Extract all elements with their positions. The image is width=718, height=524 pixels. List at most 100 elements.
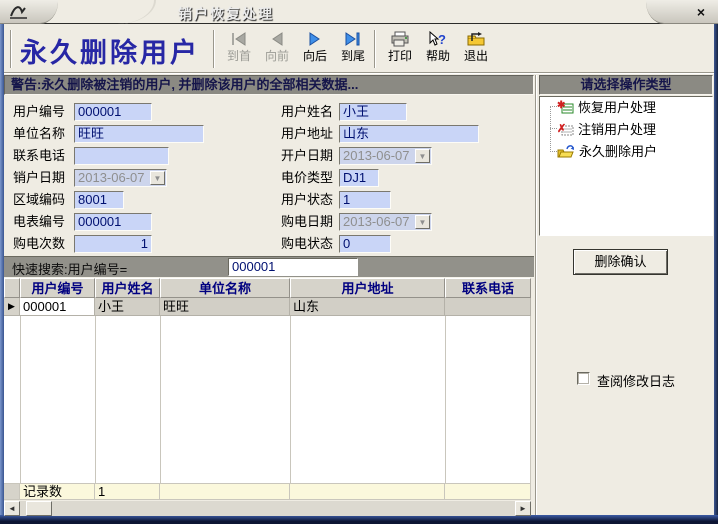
nav-last-button[interactable]: 到尾	[334, 29, 372, 69]
table-cell[interactable]	[445, 298, 531, 316]
window-border-bottom	[0, 515, 718, 524]
footer-cell	[290, 483, 445, 500]
purchase-count-field[interactable]: 1	[74, 235, 152, 253]
user-address-field[interactable]: 山东	[339, 125, 479, 143]
window-title: 销户恢复处理	[178, 4, 274, 24]
svg-text:✗: ✗	[557, 123, 566, 135]
field-label: 电表编号	[13, 214, 65, 230]
page-title: 永久删除用户	[20, 31, 200, 70]
column-header[interactable]: 用户姓名	[95, 278, 160, 298]
search-label: 快速搜索:用户编号=	[12, 259, 127, 278]
grid-line	[290, 316, 291, 483]
search-input[interactable]: 000001	[228, 258, 358, 276]
printer-icon	[381, 29, 419, 49]
unit-name-field[interactable]: 旺旺	[74, 125, 204, 143]
field-label: 销户日期	[13, 170, 65, 186]
titlebar-right-tab: ×	[646, 0, 718, 24]
grid-line	[445, 316, 446, 483]
field-label: 购电日期	[281, 214, 333, 230]
price-type-field[interactable]: DJ1	[339, 169, 379, 187]
table-cell[interactable]: 000001	[20, 298, 95, 316]
help-button[interactable]: ? 帮助	[419, 29, 457, 69]
purchase-date-combobox[interactable]: 2013-06-07 ▼	[339, 213, 432, 231]
column-header[interactable]: 单位名称	[160, 278, 290, 298]
cancel-user-icon: ✗	[557, 122, 574, 137]
titlebar-swoosh	[96, 0, 156, 24]
nav-prev-button[interactable]: 向前	[258, 29, 296, 69]
table-cell[interactable]: 小王	[95, 298, 160, 316]
svg-text:?: ?	[438, 32, 446, 47]
grid-selector-header	[4, 278, 20, 298]
tree-guide-line	[550, 151, 557, 152]
field-label: 区域编码	[13, 192, 65, 208]
footer-selector-cell	[4, 483, 20, 500]
cancel-date-combobox[interactable]: 2013-06-07 ▼	[74, 169, 167, 187]
dropdown-arrow-icon[interactable]: ▼	[150, 171, 165, 185]
warning-bar: 警告:永久删除被注销的用户, 并删除该用户的全部相关数据...	[4, 75, 534, 95]
footer-cell	[445, 483, 531, 500]
tree-guide-line	[550, 128, 557, 129]
horizontal-scrollbar[interactable]: ◄ ►	[4, 501, 531, 516]
scroll-right-button[interactable]: ►	[515, 501, 531, 516]
first-record-icon	[220, 29, 258, 49]
purchase-status-field[interactable]: 0	[339, 235, 391, 253]
region-code-field[interactable]: 8001	[74, 191, 124, 209]
footer-cell	[160, 483, 290, 500]
field-label: 用户姓名	[281, 104, 333, 120]
field-label: 单位名称	[13, 126, 65, 142]
phone-field[interactable]	[74, 147, 169, 165]
user-name-field[interactable]: 小王	[339, 103, 407, 121]
app-window: 销户恢复处理 × 永久删除用户 到首 向前 向后 到尾	[0, 0, 718, 524]
window-border-right	[714, 24, 718, 516]
record-count-label: 记录数	[20, 483, 95, 500]
svg-text:✱: ✱	[557, 100, 566, 111]
field-label: 用户地址	[281, 126, 333, 142]
tree-item-restore-user[interactable]: ✱ 恢复用户处理	[557, 98, 656, 116]
column-header[interactable]: 联系电话	[445, 278, 531, 298]
nav-first-button[interactable]: 到首	[220, 29, 258, 69]
view-log-label[interactable]: 查阅修改日志	[597, 371, 675, 390]
dropdown-arrow-icon[interactable]: ▼	[415, 149, 430, 163]
tree-item-cancel-user[interactable]: ✗ 注销用户处理	[557, 120, 656, 138]
record-count-value: 1	[95, 483, 160, 500]
tree-item-delete-user[interactable]: 永久删除用户	[557, 142, 657, 160]
column-header[interactable]: 用户地址	[290, 278, 445, 298]
grid-line	[530, 316, 531, 483]
grid-line	[95, 316, 96, 483]
table-cell[interactable]: 旺旺	[160, 298, 290, 316]
user-id-field[interactable]: 000001	[74, 103, 152, 121]
separator	[10, 30, 12, 68]
delete-confirm-button[interactable]: 删除确认	[573, 249, 668, 275]
separator	[213, 30, 215, 68]
nav-next-button[interactable]: 向后	[296, 29, 334, 69]
view-log-checkbox[interactable]	[577, 372, 590, 385]
field-label: 购电状态	[281, 236, 333, 252]
operation-type-header: 请选择操作类型	[539, 75, 713, 95]
exit-button[interactable]: 退出	[457, 29, 495, 69]
help-icon: ?	[419, 29, 457, 49]
delete-user-folder-icon	[557, 144, 575, 159]
current-row-marker: ▶	[4, 298, 20, 316]
tree-guide-line	[550, 106, 551, 152]
scrollbar-thumb[interactable]	[26, 501, 52, 516]
meter-id-field[interactable]: 000001	[74, 213, 152, 231]
last-record-icon	[334, 29, 372, 49]
table-cell[interactable]: 山东	[290, 298, 445, 316]
app-logo-icon	[8, 4, 30, 20]
title-bar[interactable]: 销户恢复处理 ×	[0, 0, 718, 24]
close-button[interactable]: ×	[692, 3, 710, 21]
column-header[interactable]: 用户编号	[20, 278, 95, 298]
exit-icon	[457, 29, 495, 49]
scroll-left-button[interactable]: ◄	[4, 501, 20, 516]
panel-divider	[535, 75, 537, 515]
field-label: 用户状态	[281, 192, 333, 208]
dropdown-arrow-icon[interactable]: ▼	[415, 215, 430, 229]
open-date-combobox[interactable]: 2013-06-07 ▼	[339, 147, 432, 165]
print-button[interactable]: 打印	[381, 29, 419, 69]
grid-empty-area	[4, 316, 531, 483]
field-label: 电价类型	[281, 170, 333, 186]
operation-type-tree: ✱ 恢复用户处理 ✗ 注销用户处理 永久删除用户	[539, 96, 713, 236]
prev-record-icon	[258, 29, 296, 49]
user-status-field[interactable]: 1	[339, 191, 391, 209]
window-logo-tab	[0, 0, 58, 24]
